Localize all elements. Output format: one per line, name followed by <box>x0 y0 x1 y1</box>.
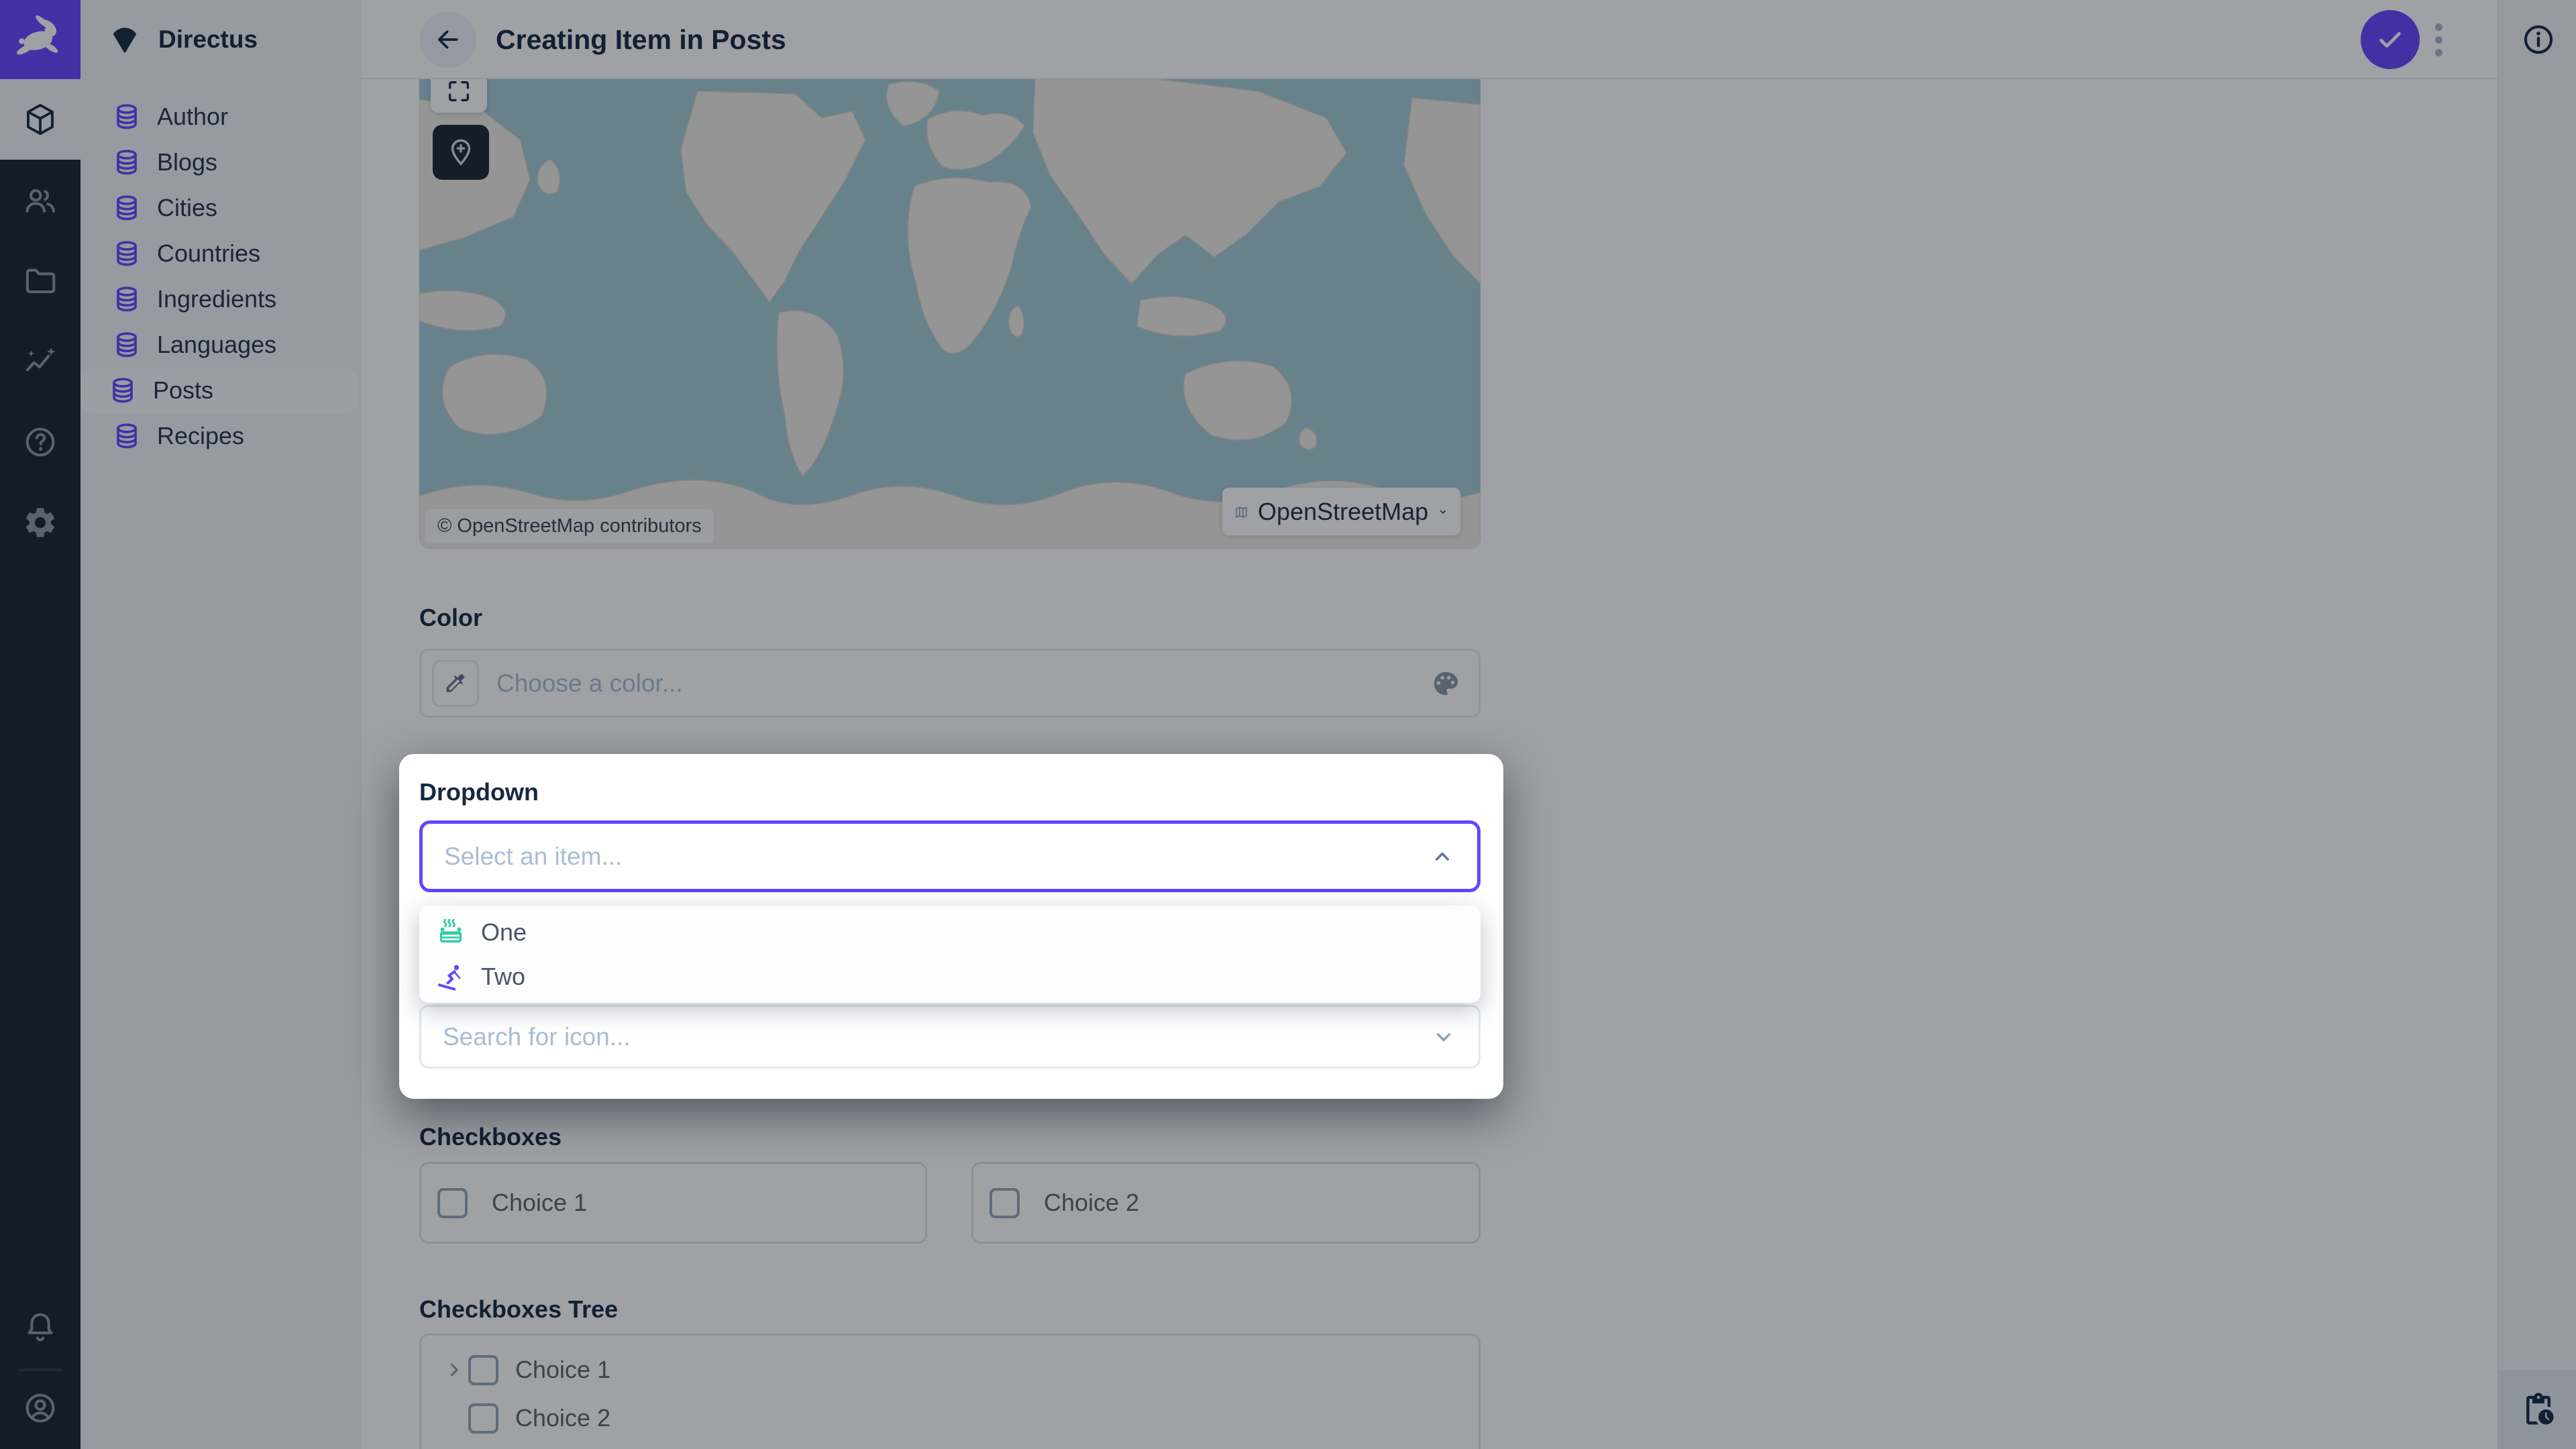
modal-overlay[interactable] <box>0 0 2576 1449</box>
dropdown-option-one[interactable]: One <box>419 910 1481 955</box>
dropdown-option-two[interactable]: Two <box>419 955 1481 999</box>
option-label: Two <box>481 963 525 991</box>
skiing-icon <box>437 963 465 991</box>
hot-tub-icon <box>437 918 465 947</box>
dropdown-field-label: Dropdown <box>419 778 539 806</box>
dropdown-modal-card: Dropdown Select an item... Search for ic… <box>399 754 1503 1099</box>
dropdown-menu: One Two <box>419 906 1481 1003</box>
chevron-up-icon <box>1429 843 1456 870</box>
icon-search-placeholder: Search for icon... <box>443 1023 631 1051</box>
dropdown-placeholder: Select an item... <box>444 843 622 871</box>
option-label: One <box>481 918 527 947</box>
icon-search-input[interactable]: Search for icon... <box>419 1005 1481 1069</box>
app-window: Directus Author Blogs Cities Countries <box>0 0 2576 1449</box>
chevron-down-icon <box>1430 1024 1457 1051</box>
dropdown-select-input[interactable]: Select an item... <box>419 820 1481 892</box>
